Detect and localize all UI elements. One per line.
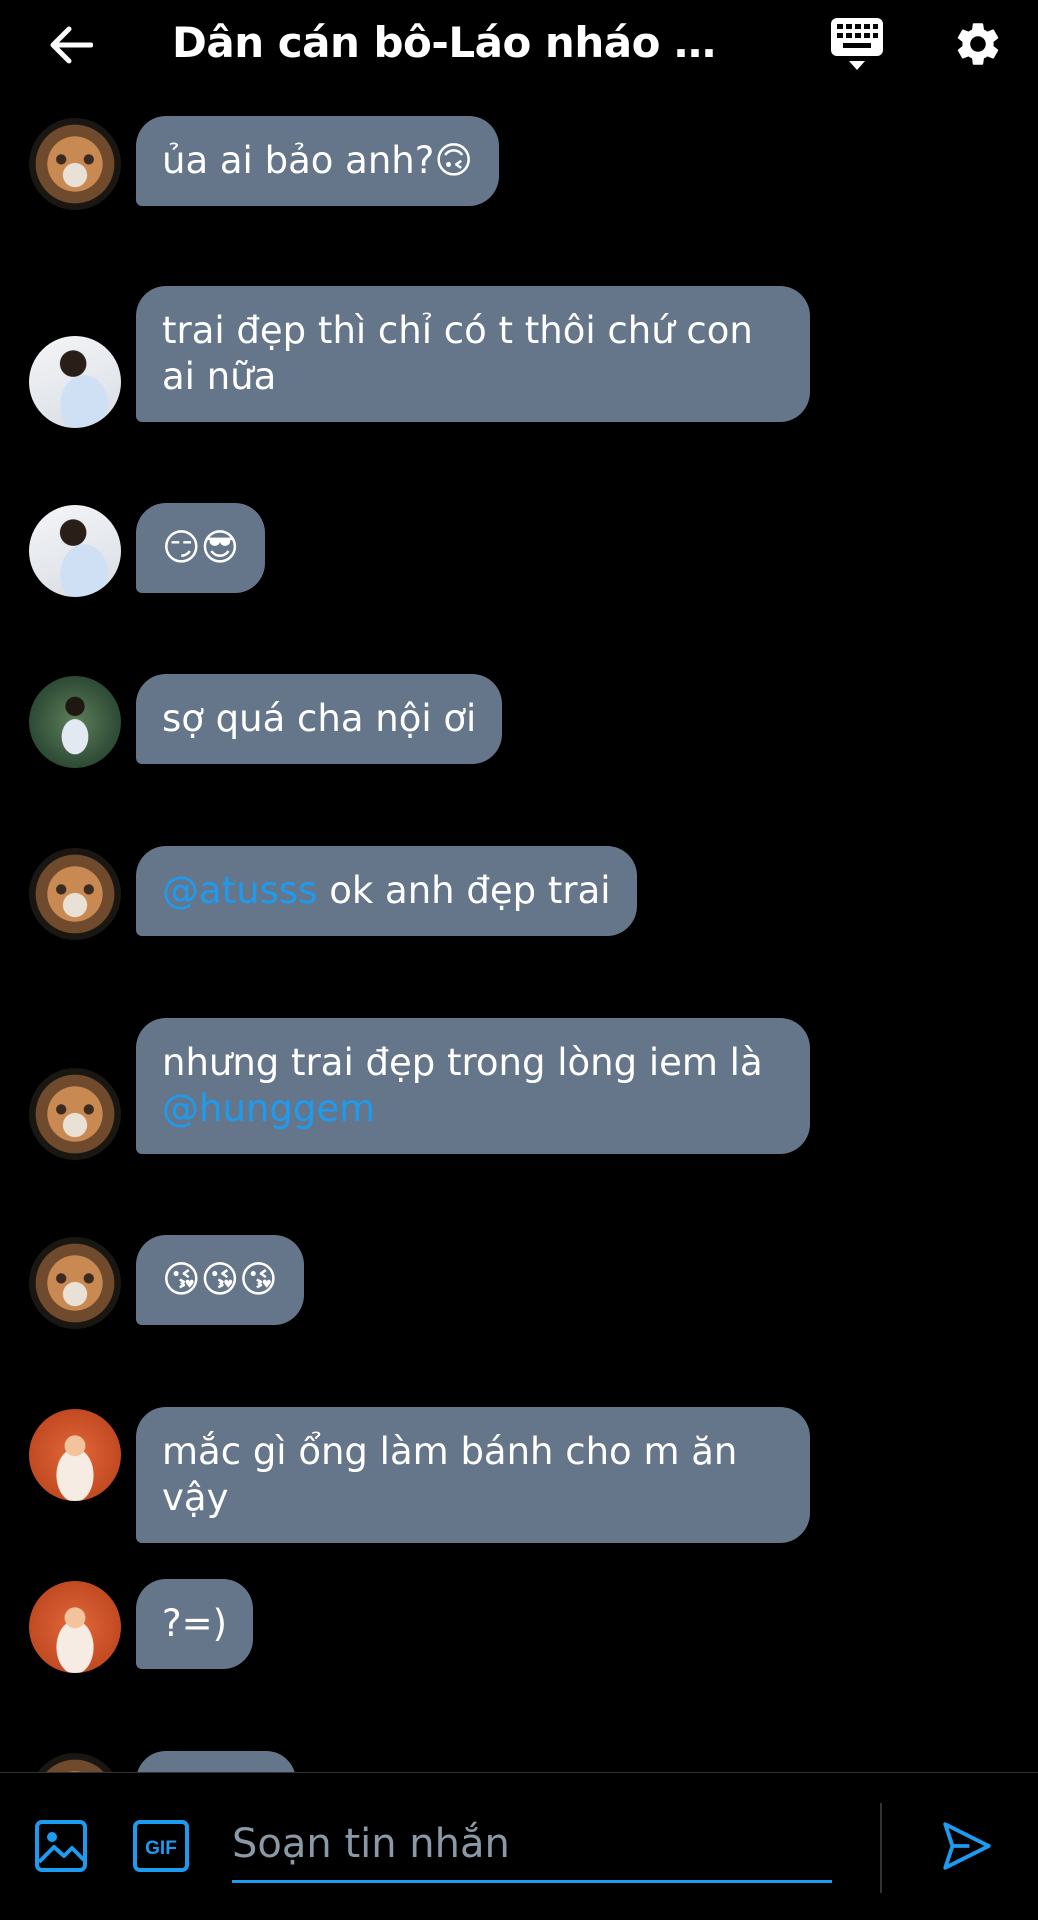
message-bubble[interactable] <box>136 1751 296 1772</box>
avatar[interactable] <box>29 1237 121 1329</box>
message-composer: GIF <box>0 1772 1038 1920</box>
message-bubble[interactable]: 😏😎 <box>136 503 266 593</box>
message-bubble[interactable]: @atusss ok anh đẹp trai <box>136 846 637 936</box>
message-bubble[interactable]: nhưng trai đẹp trong lòng iem là @hungge… <box>136 1018 810 1154</box>
settings-button[interactable] <box>948 14 1008 74</box>
divider <box>880 1803 882 1893</box>
message-text: nhưng trai đẹp trong lòng iem là <box>162 1041 763 1084</box>
message-text: ủa ai bảo anh?🙃 <box>162 139 473 182</box>
message-text: ?=) <box>162 1602 228 1645</box>
message-bubble[interactable]: sợ quá cha nội ơi <box>136 674 503 764</box>
message-text: trai đẹp thì chỉ có t thôi chứ con ai nữ… <box>162 309 753 398</box>
message-text: sợ quá cha nội ơi <box>162 697 477 740</box>
mention-link[interactable]: @hunggem <box>162 1087 375 1130</box>
keyboard-button[interactable] <box>824 14 890 74</box>
send-icon <box>943 1822 991 1870</box>
image-button[interactable] <box>34 1819 88 1873</box>
avatar[interactable] <box>29 1753 121 1772</box>
back-button[interactable] <box>40 14 102 76</box>
message-text: 😏😎 <box>162 526 240 569</box>
message-bubble[interactable]: 😘😘😘 <box>136 1235 304 1325</box>
gif-label: GIF <box>145 1838 177 1859</box>
message-text: 😘😘😘 <box>162 1258 278 1301</box>
message-text: ok anh đẹp trai <box>317 869 611 912</box>
message-bubble[interactable]: ?=) <box>136 1579 254 1669</box>
arrow-left-icon <box>50 26 93 64</box>
avatar[interactable] <box>29 1581 121 1673</box>
conversation-title[interactable]: Dân cán bô-Láo nháo múc ... <box>172 15 752 71</box>
avatar[interactable] <box>29 336 121 428</box>
avatar[interactable] <box>29 505 121 597</box>
avatar[interactable] <box>29 848 121 940</box>
mention-link[interactable]: @atusss <box>162 869 317 912</box>
gear-icon <box>957 23 999 65</box>
send-button[interactable] <box>938 1817 996 1875</box>
message-bubble[interactable]: ủa ai bảo anh?🙃 <box>136 116 499 206</box>
message-bubble[interactable]: mắc gì ổng làm bánh cho m ăn vậy <box>136 1407 810 1543</box>
avatar[interactable] <box>29 676 121 768</box>
chat-header: Dân cán bô-Láo nháo múc ... <box>0 0 1038 96</box>
message-list[interactable]: ủa ai bảo anh?🙃 trai đẹp thì chỉ có t th… <box>0 96 1038 1772</box>
avatar[interactable] <box>29 1409 121 1501</box>
avatar[interactable] <box>29 1068 121 1160</box>
message-bubble[interactable]: trai đẹp thì chỉ có t thôi chứ con ai nữ… <box>136 286 810 422</box>
avatar[interactable] <box>29 118 121 210</box>
message-input[interactable] <box>232 1807 832 1883</box>
keyboard-icon <box>831 18 883 70</box>
message-text: mắc gì ổng làm bánh cho m ăn vậy <box>162 1430 738 1519</box>
image-icon <box>35 1820 87 1872</box>
gif-icon: GIF <box>133 1820 189 1872</box>
gif-button[interactable]: GIF <box>133 1819 189 1873</box>
